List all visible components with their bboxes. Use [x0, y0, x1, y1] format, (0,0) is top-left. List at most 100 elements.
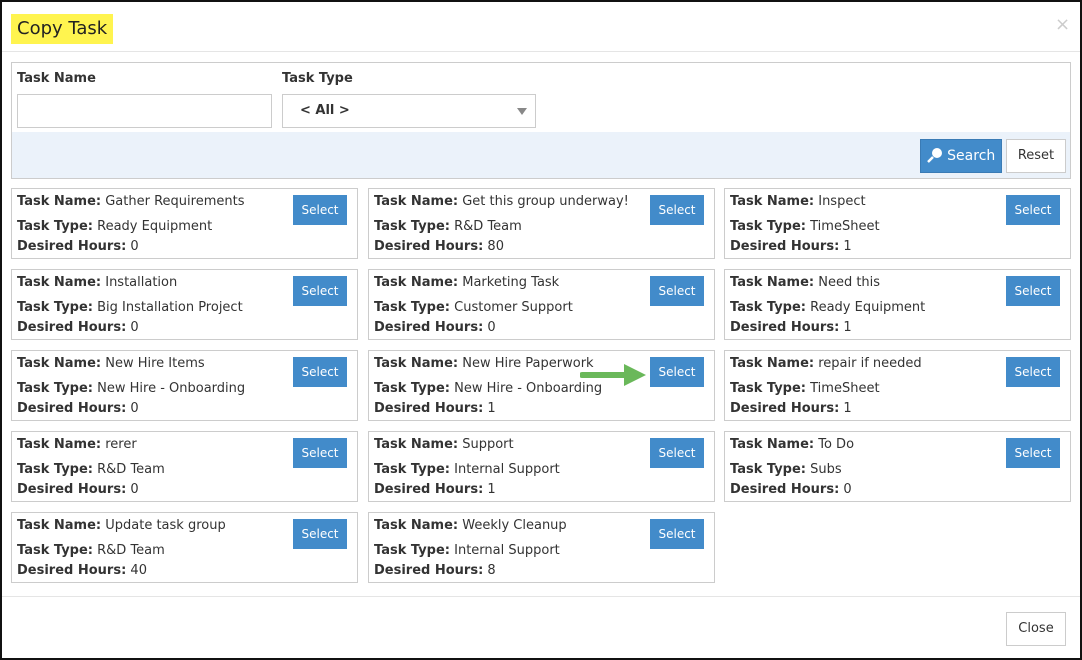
field-label: Task Type:: [730, 462, 806, 477]
task-type: TimeSheet: [810, 381, 880, 396]
desired-hours: 1: [487, 401, 496, 416]
field-label: Desired Hours:: [17, 482, 127, 497]
close-button[interactable]: Close: [1006, 612, 1066, 646]
select-button[interactable]: Select: [1006, 276, 1060, 306]
field-label: Desired Hours:: [17, 239, 127, 254]
task-type-row: Task Type: R&D Team: [374, 219, 522, 234]
field-label: Task Type:: [374, 381, 450, 396]
field-label: Task Name:: [374, 194, 459, 209]
task-type: New Hire - Onboarding: [97, 381, 246, 396]
filter-panel: Task Name Task Type < All > Search Reset: [11, 62, 1071, 179]
task-type: TimeSheet: [810, 219, 880, 234]
field-label: Task Name:: [730, 437, 815, 452]
field-label: Task Name:: [374, 356, 459, 371]
task-card: Task Name: Gather Requirements Task Type…: [11, 188, 358, 259]
field-label: Task Name:: [730, 194, 815, 209]
field-label: Desired Hours:: [730, 401, 840, 416]
task-type-row: Task Type: R&D Team: [17, 462, 165, 477]
task-name: Gather Requirements: [105, 194, 245, 209]
task-card: Task Name: New Hire Items Task Type: New…: [11, 350, 358, 421]
task-type-row: Task Type: Subs: [730, 462, 842, 477]
select-button[interactable]: Select: [1006, 195, 1060, 225]
desired-hours-row: Desired Hours: 0: [17, 482, 139, 497]
desired-hours-row: Desired Hours: 1: [730, 239, 852, 254]
task-name-row: Task Name: rerer: [17, 437, 137, 452]
task-card: Task Name: Support Task Type: Internal S…: [368, 431, 715, 502]
task-type: R&D Team: [97, 543, 165, 558]
desired-hours-row: Desired Hours: 0: [730, 482, 852, 497]
field-label: Task Type:: [17, 543, 93, 558]
task-card: Task Name: rerer Task Type: R&D Team Des…: [11, 431, 358, 502]
field-label: Desired Hours:: [730, 239, 840, 254]
task-type-row: Task Type: Ready Equipment: [17, 219, 212, 234]
select-button[interactable]: Select: [1006, 438, 1060, 468]
select-button[interactable]: Select: [293, 438, 347, 468]
task-card: Task Name: Need this Task Type: Ready Eq…: [724, 269, 1071, 340]
task-name: rerer: [105, 437, 137, 452]
field-label: Task Type:: [730, 300, 806, 315]
field-label: Task Name:: [374, 518, 459, 533]
task-name-label: Task Name: [17, 71, 96, 86]
select-button[interactable]: Select: [650, 438, 704, 468]
task-type: Ready Equipment: [810, 300, 926, 315]
task-name: Get this group underway!: [462, 194, 629, 209]
task-name: Marketing Task: [462, 275, 560, 290]
field-label: Task Name:: [730, 356, 815, 371]
field-label: Task Type:: [17, 300, 93, 315]
search-button[interactable]: Search: [920, 139, 1002, 173]
field-label: Task Type:: [374, 300, 450, 315]
task-type: Internal Support: [454, 462, 560, 477]
desired-hours: 0: [487, 320, 496, 335]
select-button[interactable]: Select: [293, 357, 347, 387]
task-name-row: Task Name: New Hire Items: [17, 356, 205, 371]
desired-hours: 1: [843, 320, 852, 335]
task-card: Task Name: repair if needed Task Type: T…: [724, 350, 1071, 421]
desired-hours-row: Desired Hours: 0: [17, 320, 139, 335]
desired-hours: 0: [130, 320, 139, 335]
field-label: Task Type:: [17, 219, 93, 234]
task-name: New Hire Items: [105, 356, 205, 371]
search-icon: [926, 148, 942, 163]
task-type-row: Task Type: TimeSheet: [730, 381, 880, 396]
desired-hours-row: Desired Hours: 0: [17, 401, 139, 416]
desired-hours: 1: [843, 401, 852, 416]
field-label: Task Type:: [374, 543, 450, 558]
field-label: Task Name:: [17, 518, 102, 533]
task-name: New Hire Paperwork: [462, 356, 594, 371]
select-button[interactable]: Select: [650, 357, 704, 387]
desired-hours-row: Desired Hours: 8: [374, 563, 496, 578]
task-type-row: Task Type: Big Installation Project: [17, 300, 243, 315]
desired-hours-row: Desired Hours: 1: [374, 482, 496, 497]
task-card: Task Name: Update task group Task Type: …: [11, 512, 358, 583]
task-type: Big Installation Project: [97, 300, 243, 315]
task-card: Task Name: Get this group underway! Task…: [368, 188, 715, 259]
task-type: Ready Equipment: [97, 219, 213, 234]
field-label: Desired Hours:: [374, 401, 484, 416]
desired-hours: 1: [843, 239, 852, 254]
task-type-row: Task Type: Internal Support: [374, 543, 560, 558]
reset-button[interactable]: Reset: [1006, 139, 1066, 173]
select-button[interactable]: Select: [650, 519, 704, 549]
task-name: Support: [462, 437, 514, 452]
field-label: Task Type:: [730, 381, 806, 396]
task-card: Task Name: To Do Task Type: Subs Desired…: [724, 431, 1071, 502]
select-button[interactable]: Select: [650, 195, 704, 225]
task-name-row: Task Name: Support: [374, 437, 514, 452]
task-name-row: Task Name: repair if needed: [730, 356, 922, 371]
close-icon[interactable]: ×: [1055, 14, 1070, 35]
select-button[interactable]: Select: [293, 195, 347, 225]
task-name: To Do: [818, 437, 855, 452]
field-label: Desired Hours:: [374, 482, 484, 497]
select-button[interactable]: Select: [1006, 357, 1060, 387]
select-button[interactable]: Select: [293, 519, 347, 549]
desired-hours: 0: [843, 482, 852, 497]
field-label: Task Name:: [17, 194, 102, 209]
divider: [2, 596, 1080, 597]
select-button[interactable]: Select: [650, 276, 704, 306]
task-name-row: Task Name: Update task group: [17, 518, 226, 533]
task-name-row: Task Name: Weekly Cleanup: [374, 518, 567, 533]
desired-hours: 80: [487, 239, 504, 254]
task-type-select[interactable]: < All >: [282, 94, 536, 128]
task-name-input[interactable]: [17, 94, 272, 128]
select-button[interactable]: Select: [293, 276, 347, 306]
